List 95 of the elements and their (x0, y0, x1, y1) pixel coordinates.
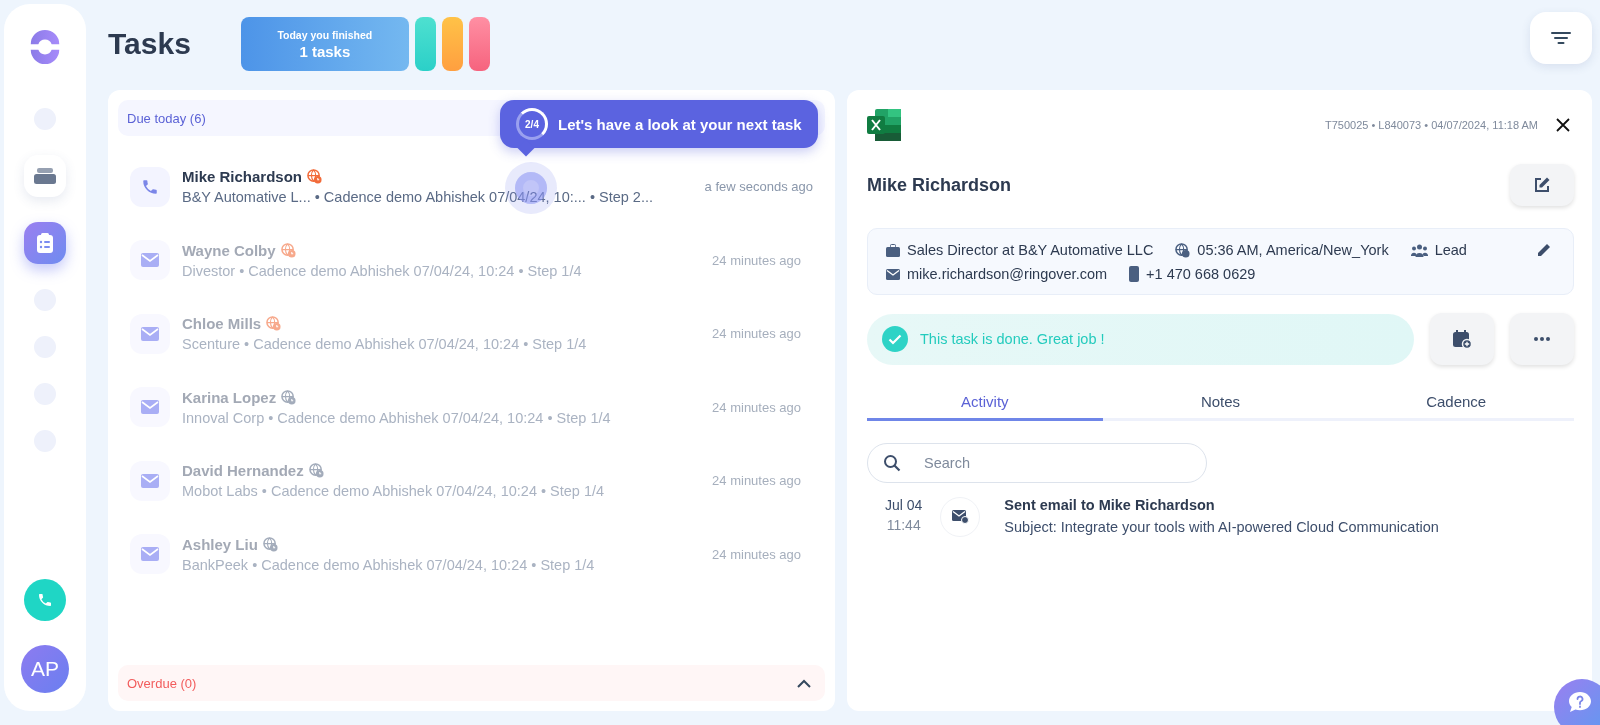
company-name: Mobot Labs (182, 483, 258, 500)
job-title: Sales Director at B&Y Automative LLC (907, 242, 1154, 258)
calendar-plus-icon (1452, 329, 1472, 349)
search-icon (883, 454, 901, 472)
step-info: • Step 1/4 (523, 336, 587, 353)
close-icon (1556, 118, 1570, 132)
cadence-info: • Cadence demo Abhishek 07/04/24, 10:24 (244, 336, 520, 353)
timezone-icon (1175, 242, 1191, 258)
company-name: Scenture (182, 336, 241, 353)
activity-time: 11:44 (886, 517, 921, 533)
task-time: 24 minutes ago (712, 326, 801, 342)
step-info: • Step 1/4 (518, 262, 582, 279)
overdue-label: Overdue (0) (127, 675, 197, 691)
reschedule-button[interactable] (1430, 313, 1494, 365)
user-avatar[interactable]: AP (21, 645, 69, 693)
task-row[interactable]: Wayne Colby Divestor • Cadence demo Abhishek 07/04/24, 10:24 • Step 1/4 24 minutes ago (118, 223, 825, 297)
task-row[interactable]: Ashley Liu BankPeek • Cadence demo Abhishek 07/04/24, 10:24 • Step 1/4 24 minutes ago (118, 517, 825, 591)
phone-icon (141, 177, 159, 196)
envelope-icon (141, 547, 159, 562)
overdue-header[interactable]: Overdue (0) (118, 665, 825, 701)
tour-step-ring: 2/4 (516, 108, 548, 140)
contact-name: Chloe Mills (182, 315, 262, 333)
pencil-icon[interactable] (1536, 242, 1551, 258)
task-row[interactable]: Karina Lopez Innoval Corp • Cadence demo Abhishek 07/04/24, 10:24 • Step 1/4 24 minutes ago (118, 370, 825, 444)
cadence-info: • Cadence demo Abhishek 07/04/24, 10:... (314, 189, 586, 206)
filter-button[interactable] (1530, 12, 1592, 64)
stat-bar[interactable] (414, 17, 436, 71)
activity-date: Jul 04 (885, 497, 923, 513)
tab[interactable]: Notes (1102, 393, 1339, 421)
envelope-icon (141, 473, 159, 488)
mobile-phone-icon (1129, 266, 1140, 282)
email-address: mike.richardson@ringover.com (907, 266, 1108, 282)
company-name: Divestor (182, 262, 236, 279)
help-chat-icon (1568, 691, 1592, 713)
task-time: 24 minutes ago (712, 252, 801, 268)
clipboard-icon (36, 232, 54, 254)
stat-bar[interactable] (441, 17, 463, 71)
due-today-label: Due today (6) (127, 110, 206, 126)
spreadsheet-icon (867, 109, 901, 141)
people-icon (1410, 243, 1428, 257)
edit-icon (1533, 176, 1551, 194)
finished-label: Today you finished (277, 28, 373, 41)
task-time: a few seconds ago (704, 179, 813, 195)
phone-icon (37, 592, 53, 608)
task-time: 24 minutes ago (712, 473, 801, 489)
contact-name: David Hernandez (182, 462, 304, 480)
filter-icon (1551, 31, 1571, 45)
page-title: Tasks (108, 27, 191, 61)
contact-name: Karina Lopez (182, 388, 277, 406)
call-button[interactable] (24, 579, 66, 621)
tour-tooltip-text: Let's have a look at your next task (558, 115, 802, 133)
finished-count: 1 tasks (299, 42, 351, 60)
contact-name: Ashley Liu (182, 535, 258, 553)
envelope-icon (141, 326, 159, 341)
step-info: • Step 1/4 (541, 483, 605, 500)
task-row[interactable]: Mike Richardson B&Y Automative L... • Cadence demo Abhishek 07/04/24, 10:... • Step 2... a few seconds ago (118, 150, 825, 224)
envelope-icon (951, 510, 969, 524)
cadence-info: • Cadence demo Abhishek 07/04/24, 10:24 (268, 409, 544, 426)
nav-button[interactable] (24, 222, 66, 264)
cadence-info: • Cadence demo Abhishek 07/04/24, 10:24 (261, 483, 537, 500)
briefcase-icon (886, 243, 900, 257)
contact-name: Mike Richardson (867, 174, 1012, 196)
step-info: • Step 1/4 (547, 409, 611, 426)
edit-button[interactable] (1510, 164, 1574, 206)
step-info: • Step 1/4 (531, 556, 595, 573)
envelope-icon (141, 253, 159, 268)
task-done-message: This task is done. Great job ! (920, 331, 1105, 347)
envelope-icon (141, 400, 159, 415)
local-time: 05:36 AM, America/New_York (1197, 242, 1389, 258)
task-metadata: T750025 • L840073 • 04/07/2024, 11:18 AM (1325, 119, 1538, 131)
cadence-info: • Cadence demo Abhishek 07/04/24, 10:24 (239, 262, 515, 279)
task-row[interactable]: Chloe Mills Scenture • Cadence demo Abhishek 07/04/24, 10:24 • Step 1/4 24 minutes ago (118, 297, 825, 371)
task-row[interactable]: David Hernandez Mobot Labs • Cadence demo Abhishek 07/04/24, 10:24 • Step 1/4 24 minutes ago (118, 444, 825, 518)
contact-name: Wayne Colby (182, 241, 276, 259)
envelope-icon (886, 268, 900, 280)
nav-button[interactable] (24, 155, 66, 197)
company-name: BankPeek (182, 556, 249, 573)
more-icon (1534, 337, 1550, 341)
cadence-info: • Cadence demo Abhishek 07/04/24, 10:24 (252, 556, 528, 573)
activity-title: Sent email to Mike Richardson (1004, 497, 1216, 513)
stack-icon (34, 167, 56, 185)
contact-type: Lead (1434, 242, 1467, 258)
tab[interactable]: Cadence (1338, 393, 1574, 421)
search-field[interactable]: Search (867, 443, 1207, 483)
phone-number: +1 470 668 0629 (1146, 266, 1256, 282)
activity-subject: Subject: Integrate your tools with AI-powered Cloud Communication (1004, 519, 1439, 535)
contact-name: Mike Richardson (182, 168, 303, 186)
task-time: 24 minutes ago (712, 546, 801, 562)
stat-bar[interactable] (468, 17, 490, 71)
check-circle-icon (882, 326, 908, 352)
company-name: B&Y Automative L... (182, 189, 311, 206)
task-time: 24 minutes ago (712, 399, 801, 415)
tab[interactable]: Activity (867, 393, 1103, 421)
company-name: Innoval Corp (182, 409, 265, 426)
step-info: • Step 2... (589, 189, 653, 206)
